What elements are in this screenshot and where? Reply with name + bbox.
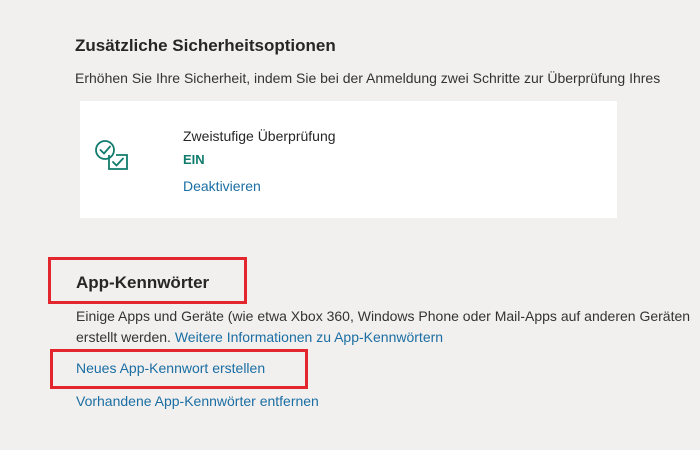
- two-step-verification-card: Zweistufige Überprüfung EIN Deaktivieren: [80, 101, 617, 218]
- two-step-status-badge: EIN: [183, 152, 205, 167]
- remove-app-passwords-link[interactable]: Vorhandene App-Kennwörter entfernen: [76, 393, 319, 409]
- app-passwords-title: App-Kennwörter: [76, 273, 210, 292]
- additional-security-title: Zusätzliche Sicherheitsoptionen: [75, 36, 336, 55]
- create-app-password-link[interactable]: Neues App-Kennwort erstellen: [76, 360, 265, 376]
- app-passwords-description-prefix: erstellt werden.: [76, 329, 175, 345]
- deactivate-two-step-link[interactable]: Deaktivieren: [183, 178, 261, 194]
- security-settings-page: Zusätzliche Sicherheitsoptionen Erhöhen …: [0, 0, 700, 450]
- more-info-app-passwords-link[interactable]: Weitere Informationen zu App-Kennwörtern: [175, 329, 443, 345]
- two-step-verification-title: Zweistufige Überprüfung: [183, 128, 336, 144]
- additional-security-description: Erhöhen Sie Ihre Sicherheit, indem Sie b…: [75, 70, 661, 86]
- app-passwords-description-line1: Einige Apps und Geräte (wie etwa Xbox 36…: [76, 308, 691, 324]
- two-step-verification-icon: [94, 139, 130, 175]
- app-passwords-description-line2: erstellt werden. Weitere Informationen z…: [76, 329, 443, 345]
